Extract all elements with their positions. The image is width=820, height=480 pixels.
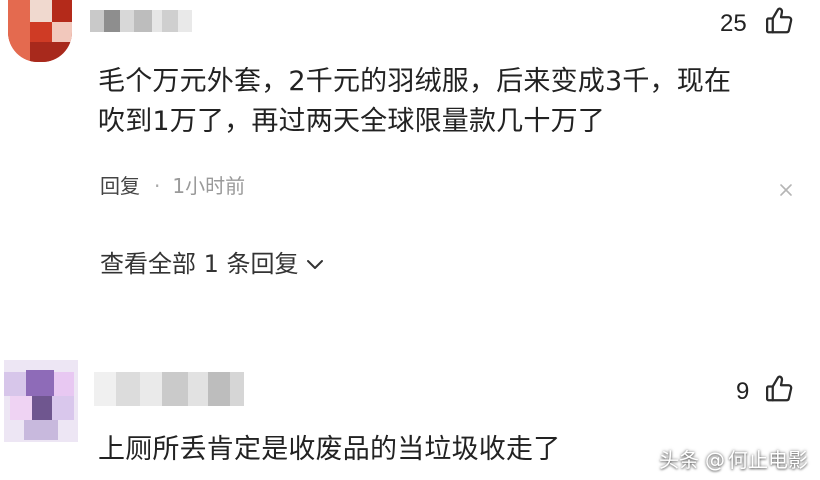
avatar[interactable] [4,360,78,442]
view-all-replies-button[interactable]: 查看全部 1 条回复 [100,252,325,276]
close-icon[interactable] [778,182,794,198]
username-blurred[interactable] [90,10,192,32]
chevron-down-icon [306,260,323,269]
like-count: 9 [736,378,750,405]
thumbs-up-icon[interactable] [764,374,794,404]
watermark-account: 何止电影 [728,448,808,472]
timestamp: 1小时前 [172,174,246,198]
view-replies-label: 查看全部 1 条回复 [100,250,299,278]
comment-meta: 回复 · 1小时前 [100,176,245,196]
comment-text: 上厕所丢肯定是收废品的当垃圾收走了 [98,434,561,465]
avatar[interactable] [8,0,72,62]
watermark: 头条 @ 何止电影 [659,450,808,470]
like-count: 25 [720,10,747,37]
comment-text: 吹到1万了，再过两天全球限量款几十万了 [98,106,605,137]
watermark-at: @ [705,448,725,472]
thumbs-up-icon[interactable] [764,6,794,36]
reply-button[interactable]: 回复 [100,176,140,196]
comment-text: 毛个万元外套，2千元的羽绒服，后来变成3千，现在 [98,66,732,97]
username-blurred[interactable] [94,372,244,406]
watermark-source: 头条 [659,448,699,472]
meta-separator: · [154,174,161,198]
